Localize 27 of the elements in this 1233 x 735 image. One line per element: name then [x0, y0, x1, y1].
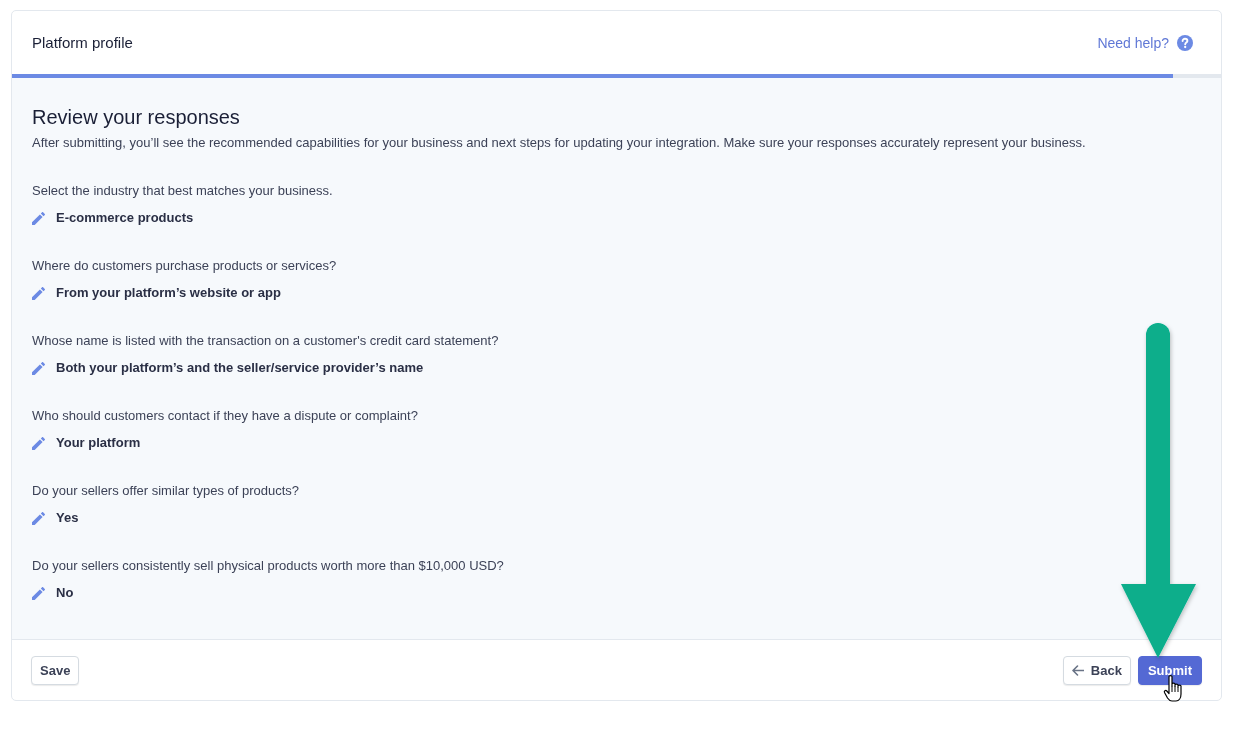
card-title: Platform profile [32, 34, 133, 51]
section-description: After submitting, you’ll see the recommended capabilities for your business and next steps for updating your integration. Make sure your responses accurately represent your business. [32, 134, 1087, 152]
question-text: Whose name is listed with the transaction on a customer's credit card statement? [32, 332, 500, 350]
question-text: Who should customers contact if they have a dispute or complaint? [32, 407, 419, 425]
back-button[interactable]: Back [1062, 655, 1131, 685]
answer-text: Yes [56, 509, 79, 527]
help-link[interactable]: Need help? [1097, 34, 1193, 51]
pencil-icon [32, 511, 45, 525]
answer-text: Your platform [56, 434, 141, 452]
pencil-icon [32, 436, 45, 450]
submit-button[interactable]: Submit [1137, 655, 1202, 685]
pencil-icon [32, 586, 45, 600]
question-text: Do your sellers offer similar types of products? [32, 482, 301, 500]
answer-text: Both your platform’s and the seller/service provider’s name [56, 359, 424, 377]
answer-text: From your platform’s website or app [56, 284, 281, 302]
pencil-icon [32, 211, 45, 225]
question-text: Do your sellers consistently sell physical products worth more than $10,000 USD? [32, 557, 505, 575]
section-heading: Review your responses [32, 105, 241, 130]
help-icon [1177, 34, 1193, 51]
answer-text: No [56, 584, 74, 602]
question-text: Where do customers purchase products or services? [32, 257, 338, 275]
answer-text: E-commerce products [56, 209, 194, 227]
pencil-icon [32, 361, 45, 375]
arrow-left-icon [1071, 664, 1084, 676]
save-button[interactable]: Save [31, 655, 80, 685]
question-text: Select the industry that best matches your business. [32, 182, 334, 200]
pencil-icon [32, 286, 45, 300]
